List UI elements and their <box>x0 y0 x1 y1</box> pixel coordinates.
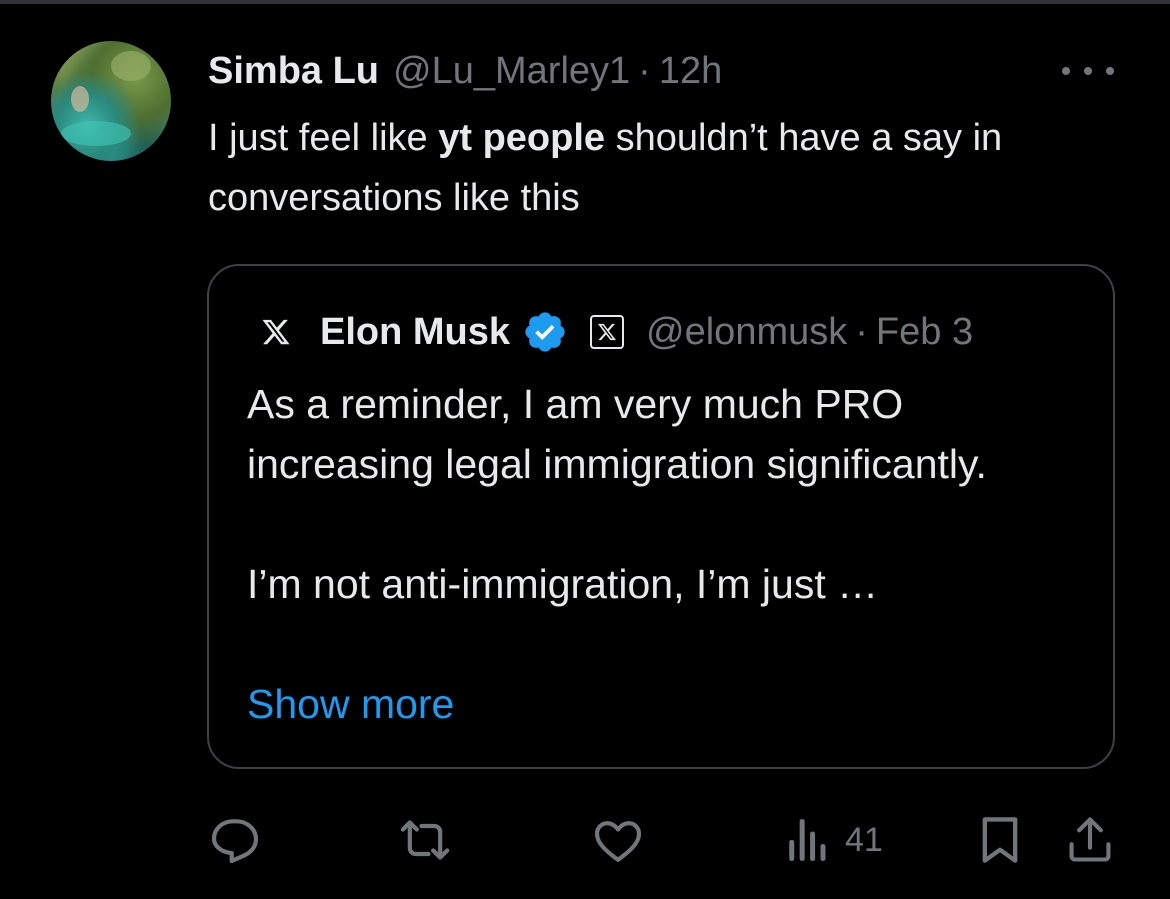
reply-icon <box>211 819 259 864</box>
like-button[interactable] <box>590 810 646 870</box>
views-icon <box>789 819 826 861</box>
views-count: 41 <box>845 820 883 859</box>
separator-dot: · <box>855 310 868 353</box>
verified-badge-icon <box>525 312 565 352</box>
quote-header: Elon Musk @elonmusk · Feb 3 <box>258 306 973 358</box>
quote-paragraph: As a reminder, I am very much PRO increa… <box>247 381 987 487</box>
quote-text: As a reminder, I am very much PRO increa… <box>247 374 1087 614</box>
quote-date[interactable]: Feb 3 <box>876 311 973 354</box>
avatar[interactable] <box>51 41 171 161</box>
timestamp[interactable]: 12h <box>659 50 722 93</box>
show-more-link[interactable]: Show more <box>247 674 454 734</box>
x-affiliate-badge-icon <box>590 315 625 349</box>
like-icon <box>594 821 642 862</box>
author-name[interactable]: Simba Lu <box>208 50 379 93</box>
quote-paragraph: I’m not anti-immigration, I’m just … <box>247 561 879 607</box>
quote-author-name[interactable]: Elon Musk <box>320 311 510 354</box>
quote-author-handle[interactable]: @elonmusk <box>646 311 847 354</box>
x-logo-icon <box>258 314 294 350</box>
repost-button[interactable] <box>396 810 454 870</box>
bookmark-icon <box>982 817 1018 863</box>
share-button[interactable] <box>1064 810 1116 870</box>
tweet-text: I just feel like yt people shouldn’t hav… <box>208 108 1148 228</box>
share-icon <box>1069 817 1111 862</box>
author-handle[interactable]: @Lu_Marley1 <box>393 50 630 93</box>
action-bar: 41 <box>0 810 1170 870</box>
repost-icon <box>400 820 450 860</box>
tweet-text-part: I just feel like <box>208 117 439 159</box>
separator-dot: · <box>638 49 651 92</box>
tweet-text-bold: yt people <box>438 117 606 159</box>
more-icon[interactable] <box>1062 58 1114 84</box>
bookmark-button[interactable] <box>974 810 1026 870</box>
top-divider <box>0 0 1170 4</box>
reply-button[interactable] <box>207 810 263 870</box>
views-button[interactable]: 41 <box>785 810 883 870</box>
tweet-header: Simba Lu @Lu_Marley1 · 12h <box>208 48 722 94</box>
